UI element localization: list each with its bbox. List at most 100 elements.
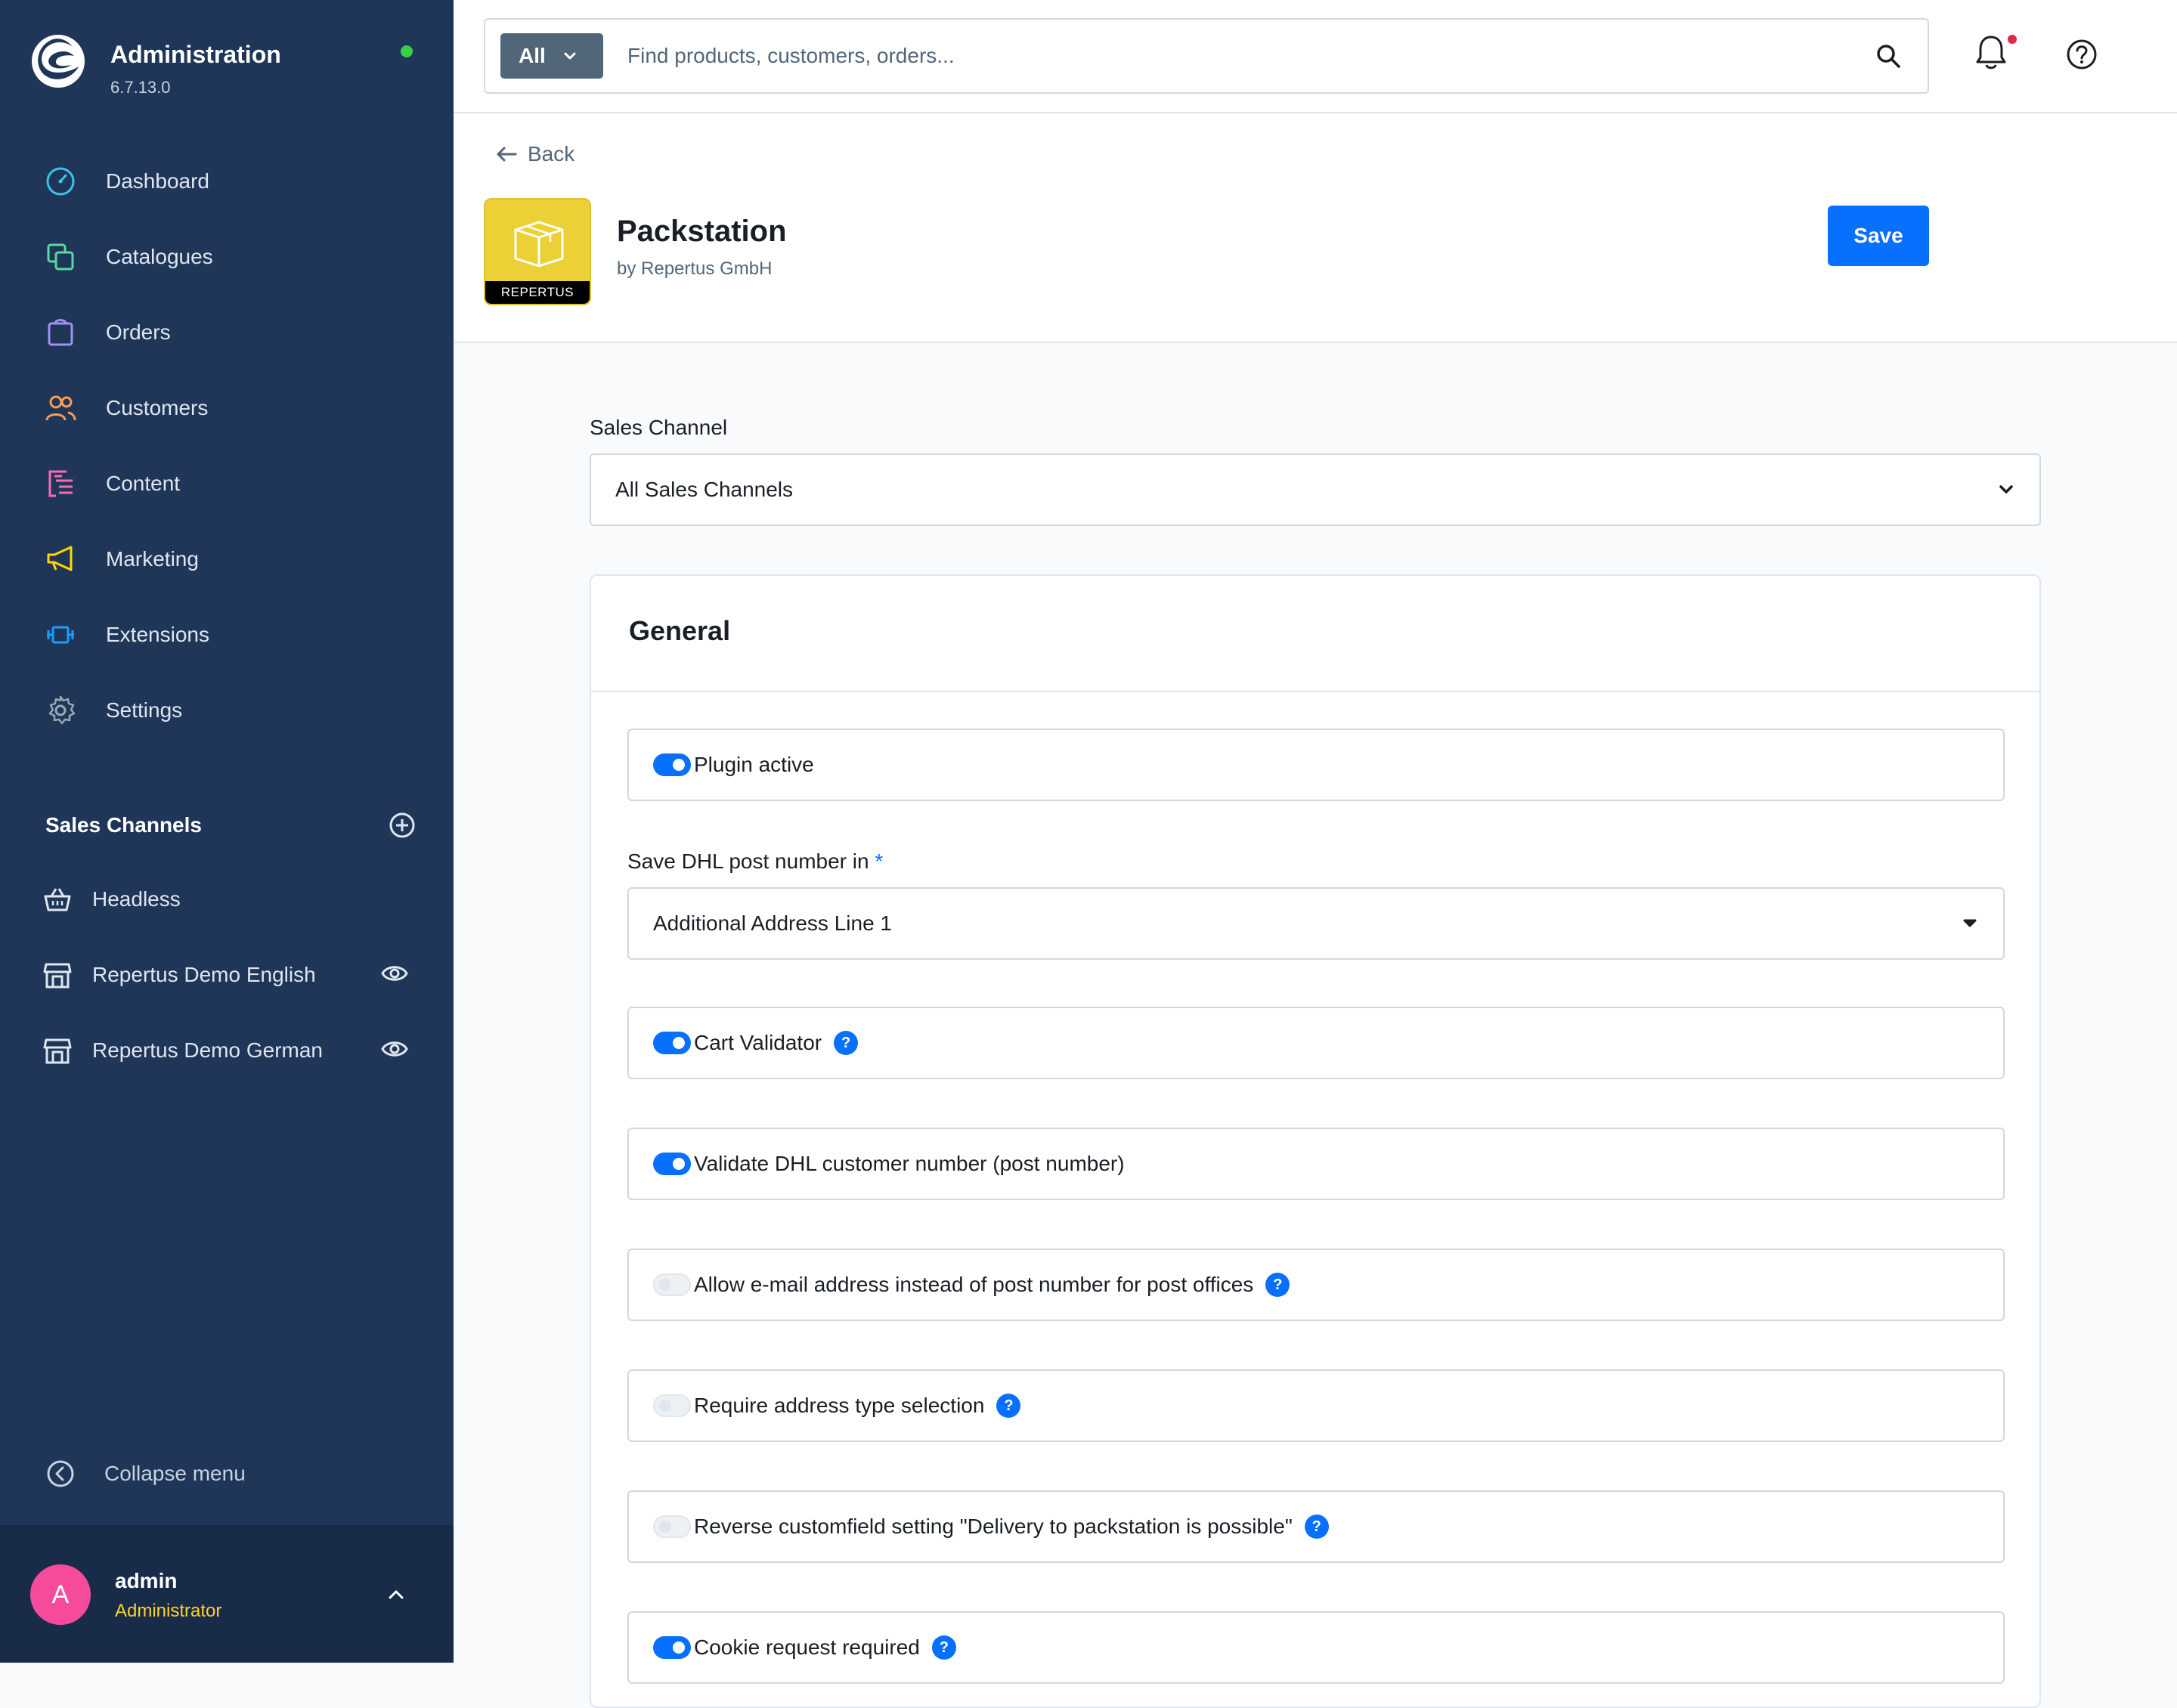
nav-item-content[interactable]: Content [0, 446, 454, 521]
dashboard-icon [42, 163, 79, 200]
nav-item-dashboard[interactable]: Dashboard [0, 144, 454, 219]
back-label: Back [528, 142, 575, 166]
post-number-select[interactable]: Additional Address Line 1 [627, 887, 2005, 960]
field-label: Allow e-mail address instead of post num… [694, 1273, 1254, 1296]
storefront-icon [43, 963, 72, 989]
nav-label: Dashboard [106, 169, 209, 193]
search-icon[interactable] [1875, 42, 1902, 70]
sales-channels-title: Sales Channels [45, 813, 202, 837]
plugin-icon: REPERTUS [484, 198, 591, 305]
search-type-label: All [519, 44, 546, 67]
sidebar: Administration 6.7.13.0 Dashboard Catalo… [0, 0, 454, 1663]
sales-channel-label: Sales Channel [590, 416, 728, 439]
shopware-logo [32, 35, 85, 88]
validate-customer-number-field: Validate DHL customer number (post numbe… [627, 1128, 2005, 1200]
chevron-down-icon [564, 52, 576, 60]
help-icon[interactable]: ? [996, 1394, 1021, 1418]
chevron-down-icon [1999, 485, 2013, 494]
avatar: A [30, 1564, 91, 1625]
field-label: Cookie request required [694, 1635, 920, 1659]
require-address-type-toggle[interactable] [653, 1394, 691, 1417]
toggle-knob [659, 1400, 671, 1412]
toggle-knob [659, 1521, 671, 1533]
basket-icon [44, 888, 71, 911]
field-label: Require address type selection [694, 1394, 985, 1417]
toggle-knob [673, 1641, 685, 1654]
catalogues-icon [42, 239, 79, 275]
brand[interactable]: Administration 6.7.13.0 [30, 33, 281, 97]
sales-channel-item-repertus-demo-german[interactable]: Repertus Demo German [0, 1013, 454, 1088]
marketing-icon [42, 541, 79, 577]
sales-channel-list: Headless Repertus Demo English Repertus … [0, 862, 454, 1088]
toggle-knob [673, 1037, 685, 1049]
toggle-knob [673, 759, 685, 771]
help-icon[interactable]: ? [1304, 1515, 1329, 1539]
back-button[interactable]: Back [496, 142, 574, 166]
sales-channels-header: Sales Channels [45, 812, 416, 839]
nav-label: Orders [106, 320, 171, 344]
sales-channel-select[interactable]: All Sales Channels [590, 453, 2041, 526]
collapse-menu-label: Collapse menu [104, 1462, 246, 1485]
cart-validator-toggle[interactable] [653, 1032, 691, 1054]
nav-label: Content [106, 472, 181, 495]
plugin-icon-label: REPERTUS [485, 281, 590, 304]
user-name: admin [115, 1569, 178, 1592]
field-label: Plugin active [694, 753, 814, 776]
extensions-icon [42, 617, 79, 653]
save-button[interactable]: Save [1828, 206, 1929, 266]
notification-badge [2008, 35, 2017, 44]
app-version: 6.7.13.0 [110, 78, 171, 97]
sales-channel-item-repertus-demo-english[interactable]: Repertus Demo English [0, 937, 454, 1013]
app-title: Administration [110, 41, 281, 68]
arrow-left-icon [497, 147, 517, 162]
post-number-value: Additional Address Line 1 [653, 911, 892, 935]
customers-icon [42, 390, 79, 426]
reverse-customfield-field: Reverse customfield setting "Delivery to… [627, 1490, 2005, 1563]
cart-validator-field: Cart Validator ? [627, 1007, 2005, 1079]
toggle-knob [659, 1279, 671, 1291]
allow-email-toggle[interactable] [653, 1273, 691, 1296]
cookie-request-toggle[interactable] [653, 1636, 691, 1659]
allow-email-field: Allow e-mail address instead of post num… [627, 1249, 2005, 1321]
nav-item-settings[interactable]: Settings [0, 673, 454, 748]
chevron-up-icon[interactable] [384, 1586, 408, 1604]
search-type-dropdown[interactable]: All [500, 33, 603, 79]
global-search: All [484, 18, 1929, 94]
collapse-menu-button[interactable]: Collapse menu [45, 1459, 246, 1489]
sales-channel-item-headless[interactable]: Headless [0, 862, 454, 937]
nav-item-extensions[interactable]: Extensions [0, 597, 454, 673]
sales-channel-label: Repertus Demo English [92, 963, 316, 986]
help-icon[interactable]: ? [931, 1635, 956, 1660]
plugin-vendor: by Repertus GmbH [617, 258, 773, 279]
card-title: General [629, 615, 731, 646]
validate-customer-number-toggle[interactable] [653, 1153, 691, 1175]
nav-item-customers[interactable]: Customers [0, 370, 454, 446]
nav-label: Marketing [106, 547, 199, 571]
nav-item-orders[interactable]: Orders [0, 295, 454, 370]
help-icon[interactable] [2065, 38, 2098, 71]
storefront-icon [43, 1038, 72, 1064]
post-number-label: Save DHL post number in * [627, 849, 883, 874]
bell-icon[interactable] [1974, 33, 2008, 71]
add-sales-channel-icon[interactable] [389, 812, 416, 839]
eye-icon[interactable] [381, 1038, 408, 1060]
help-icon[interactable]: ? [1265, 1273, 1290, 1297]
plugin-active-toggle[interactable] [653, 753, 691, 776]
require-address-type-field: Require address type selection ? [627, 1369, 2005, 1442]
nav-item-marketing[interactable]: Marketing [0, 521, 454, 597]
field-label: Validate DHL customer number (post numbe… [694, 1152, 1125, 1175]
settings-icon [42, 692, 79, 729]
nav-label: Extensions [106, 623, 209, 646]
status-indicator [401, 45, 413, 57]
card-divider [591, 691, 2039, 692]
plugin-active-field: Plugin active [627, 729, 2005, 801]
user-menu[interactable]: A admin Administrator [0, 1525, 454, 1663]
field-label: Reverse customfield setting "Delivery to… [694, 1515, 1293, 1538]
nav-item-catalogues[interactable]: Catalogues [0, 219, 454, 295]
eye-icon[interactable] [381, 963, 408, 984]
help-icon[interactable]: ? [834, 1031, 859, 1055]
toggle-knob [673, 1158, 685, 1170]
reverse-customfield-toggle[interactable] [653, 1515, 691, 1538]
nav-label: Catalogues [106, 245, 213, 268]
search-input[interactable] [626, 36, 1760, 76]
